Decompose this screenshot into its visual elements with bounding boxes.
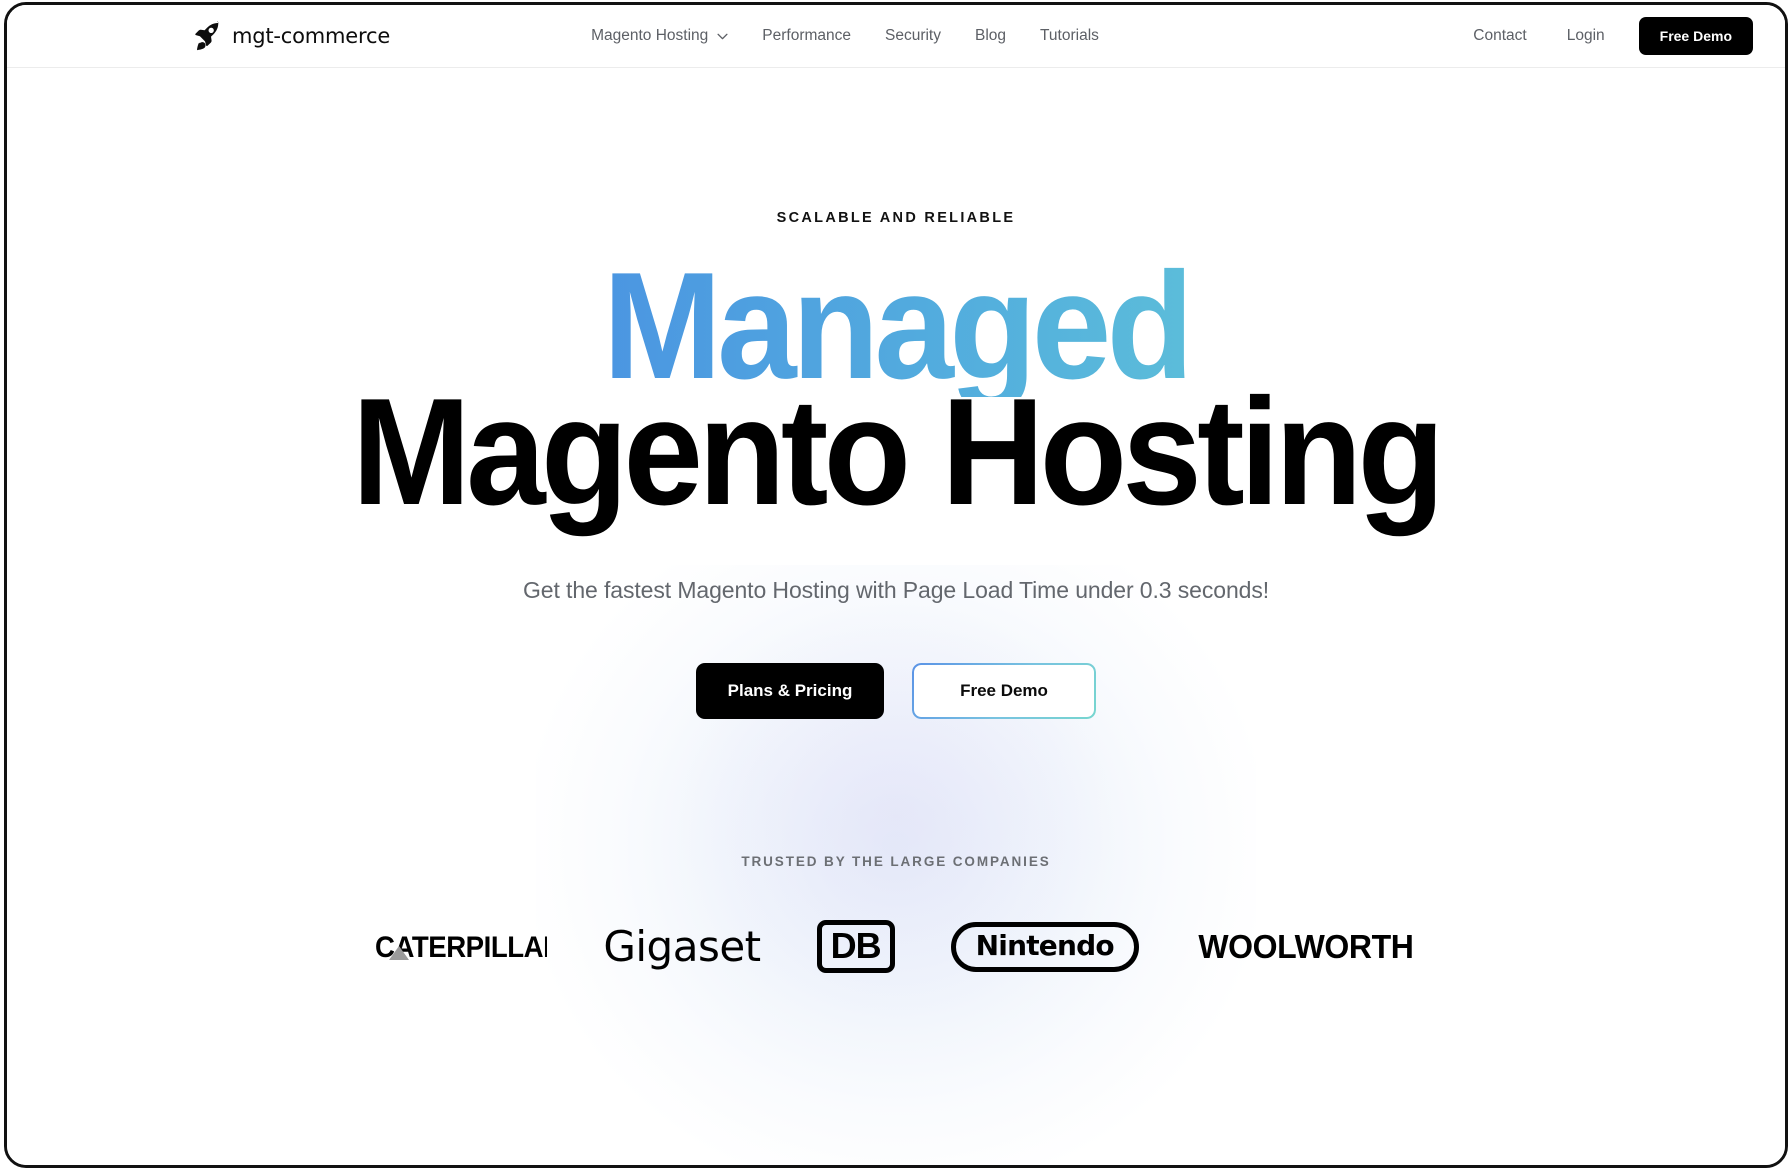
nintendo-wordmark: Nintendo: [975, 928, 1115, 962]
trusted-by-section: TRUSTED BY THE LARGE COMPANIES CATERPILL…: [7, 854, 1785, 977]
page-root: mgt-commerce Magento Hosting Performance…: [7, 5, 1785, 1165]
chevron-down-icon: [717, 33, 728, 40]
main-navigation: Magento Hosting Performance Security Blo…: [591, 27, 1116, 45]
db-logo: DB: [816, 917, 895, 977]
db-logo-box: DB: [816, 920, 895, 974]
nav-item-magento-hosting[interactable]: Magento Hosting: [591, 27, 745, 45]
free-demo-button-header[interactable]: Free Demo: [1638, 17, 1753, 55]
woolworth-logo: WOOLWORTH: [1195, 917, 1417, 977]
nav-item-tutorials[interactable]: Tutorials: [1023, 27, 1116, 45]
nav-item-performance[interactable]: Performance: [745, 27, 868, 45]
trusted-by-label: TRUSTED BY THE LARGE COMPANIES: [741, 853, 1051, 869]
nav-item-security[interactable]: Security: [868, 27, 958, 45]
gigaset-logo: Gigaset: [603, 917, 761, 977]
nav-label: Tutorials: [1040, 27, 1099, 44]
nintendo-logo-pill: Nintendo: [950, 921, 1139, 972]
hero-subtitle: Get the fastest Magento Hosting with Pag…: [522, 576, 1270, 603]
gigaset-wordmark: Gigaset: [603, 921, 761, 971]
free-demo-button-hero[interactable]: Free Demo: [912, 662, 1096, 719]
hero-cta-row: Plans & Pricing Free Demo: [7, 662, 1785, 719]
contact-link[interactable]: Contact: [1453, 27, 1546, 45]
nav-label: Performance: [762, 27, 851, 44]
hero-eyebrow: SCALABLE AND RELIABLE: [776, 210, 1016, 226]
nav-label: Magento Hosting: [591, 27, 709, 44]
header-actions: Contact Login Free Demo: [1453, 17, 1753, 55]
hero-section: SCALABLE AND RELIABLE Managed Magento Ho…: [7, 68, 1785, 719]
woolworth-wordmark: WOOLWORTH: [1198, 928, 1414, 966]
browser-window-frame: mgt-commerce Magento Hosting Performance…: [4, 2, 1788, 1168]
brand-logo[interactable]: mgt-commerce: [193, 21, 390, 51]
db-wordmark: DB: [830, 925, 882, 967]
nav-label: Blog: [975, 27, 1007, 44]
nav-label: Security: [885, 27, 941, 44]
hero-headline-main: Magento Hosting: [351, 366, 1445, 537]
nav-item-blog[interactable]: Blog: [958, 27, 1023, 45]
nintendo-logo: Nintendo: [950, 917, 1139, 977]
plans-and-pricing-button[interactable]: Plans & Pricing: [696, 662, 884, 719]
site-header: mgt-commerce Magento Hosting Performance…: [7, 5, 1785, 68]
client-logo-row: CATERPILLAR Gigaset DB Nintendo WOOLWORT…: [7, 917, 1785, 977]
caterpillar-logo: CATERPILLAR: [375, 917, 547, 977]
rocket-icon: [193, 21, 223, 51]
brand-name: mgt-commerce: [232, 24, 391, 48]
login-link[interactable]: Login: [1547, 27, 1625, 45]
